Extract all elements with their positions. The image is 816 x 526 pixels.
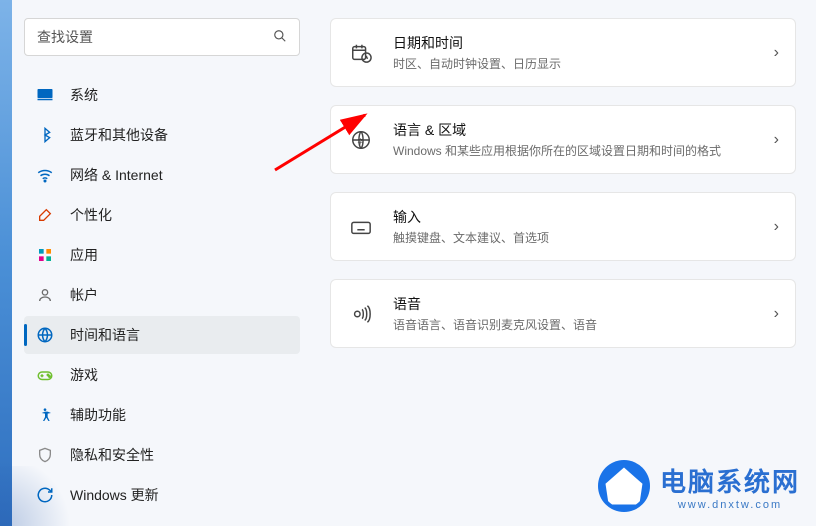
card-text: 输入 触摸键盘、文本建议、首选项 bbox=[393, 207, 774, 246]
accessibility-icon bbox=[34, 404, 56, 426]
main-content: 日期和时间 时区、自动时钟设置、日历显示 › 字 语言 & 区域 Windows… bbox=[330, 18, 796, 366]
sidebar-item-label: 隐私和安全性 bbox=[70, 445, 154, 465]
apps-icon bbox=[34, 244, 56, 266]
card-typing[interactable]: 输入 触摸键盘、文本建议、首选项 › bbox=[330, 192, 796, 261]
sidebar-item-label: 个性化 bbox=[70, 205, 112, 225]
card-datetime[interactable]: 日期和时间 时区、自动时钟设置、日历显示 › bbox=[330, 18, 796, 87]
wallpaper-edge bbox=[0, 0, 12, 526]
sidebar-item-accessibility[interactable]: 辅助功能 bbox=[24, 396, 300, 434]
update-icon bbox=[34, 484, 56, 506]
watermark-text: 电脑系统网 www.dnxtw.com bbox=[660, 462, 800, 511]
search-input[interactable] bbox=[37, 29, 273, 45]
sidebar-item-label: 应用 bbox=[70, 245, 98, 265]
card-title: 语音 bbox=[393, 294, 774, 314]
chevron-right-icon: › bbox=[774, 131, 779, 149]
sidebar-item-apps[interactable]: 应用 bbox=[24, 236, 300, 274]
search-box[interactable] bbox=[24, 18, 300, 56]
watermark-url: www.dnxtw.com bbox=[660, 499, 800, 511]
card-subtitle: Windows 和某些应用根据你所在的区域设置日期和时间的格式 bbox=[393, 142, 774, 159]
sidebar-item-label: 游戏 bbox=[70, 365, 98, 385]
gamepad-icon bbox=[34, 364, 56, 386]
sidebar-nav: 系统 蓝牙和其他设备 网络 & Internet 个性化 应用 帐户 时间和语言 bbox=[24, 76, 300, 514]
sidebar-item-label: 蓝牙和其他设备 bbox=[70, 125, 168, 145]
card-title: 语言 & 区域 bbox=[393, 120, 774, 140]
card-text: 语音 语音语言、语音识别麦克风设置、语音 bbox=[393, 294, 774, 333]
watermark-logo bbox=[598, 460, 650, 512]
sidebar-item-bluetooth[interactable]: 蓝牙和其他设备 bbox=[24, 116, 300, 154]
card-subtitle: 语音语言、语音识别麦克风设置、语音 bbox=[393, 316, 774, 333]
sidebar-item-label: 系统 bbox=[70, 85, 98, 105]
watermark: 电脑系统网 www.dnxtw.com bbox=[598, 460, 800, 512]
brush-icon bbox=[34, 204, 56, 226]
calendar-clock-icon bbox=[347, 39, 375, 67]
voice-icon bbox=[347, 300, 375, 328]
sidebar-item-network[interactable]: 网络 & Internet bbox=[24, 156, 300, 194]
sidebar-item-label: 辅助功能 bbox=[70, 405, 126, 425]
globe-text-icon: 字 bbox=[347, 126, 375, 154]
sidebar-item-system[interactable]: 系统 bbox=[24, 76, 300, 114]
card-title: 日期和时间 bbox=[393, 33, 774, 53]
sidebar-item-label: 时间和语言 bbox=[70, 325, 140, 345]
shield-icon bbox=[34, 444, 56, 466]
chevron-right-icon: › bbox=[774, 44, 779, 62]
chevron-right-icon: › bbox=[774, 218, 779, 236]
card-speech[interactable]: 语音 语音语言、语音识别麦克风设置、语音 › bbox=[330, 279, 796, 348]
keyboard-icon bbox=[347, 213, 375, 241]
sidebar-item-time-language[interactable]: 时间和语言 bbox=[24, 316, 300, 354]
globe-clock-icon bbox=[34, 324, 56, 346]
card-text: 语言 & 区域 Windows 和某些应用根据你所在的区域设置日期和时间的格式 bbox=[393, 120, 774, 159]
monitor-icon bbox=[34, 84, 56, 106]
sidebar-item-privacy[interactable]: 隐私和安全性 bbox=[24, 436, 300, 474]
svg-text:字: 字 bbox=[357, 136, 363, 145]
wifi-icon bbox=[34, 164, 56, 186]
person-icon bbox=[34, 284, 56, 306]
watermark-title: 电脑系统网 bbox=[660, 462, 800, 499]
search-icon bbox=[273, 29, 287, 46]
card-subtitle: 触摸键盘、文本建议、首选项 bbox=[393, 229, 774, 246]
sidebar-item-label: Windows 更新 bbox=[70, 485, 159, 505]
sidebar-item-games[interactable]: 游戏 bbox=[24, 356, 300, 394]
sidebar-item-label: 网络 & Internet bbox=[70, 165, 163, 185]
sidebar-item-accounts[interactable]: 帐户 bbox=[24, 276, 300, 314]
sidebar: 系统 蓝牙和其他设备 网络 & Internet 个性化 应用 帐户 时间和语言 bbox=[12, 0, 312, 526]
card-subtitle: 时区、自动时钟设置、日历显示 bbox=[393, 55, 774, 72]
card-language-region[interactable]: 字 语言 & 区域 Windows 和某些应用根据你所在的区域设置日期和时间的格… bbox=[330, 105, 796, 174]
card-title: 输入 bbox=[393, 207, 774, 227]
card-text: 日期和时间 时区、自动时钟设置、日历显示 bbox=[393, 33, 774, 72]
sidebar-item-windows-update[interactable]: Windows 更新 bbox=[24, 476, 300, 514]
chevron-right-icon: › bbox=[774, 305, 779, 323]
sidebar-item-label: 帐户 bbox=[70, 285, 98, 305]
bluetooth-icon bbox=[34, 124, 56, 146]
sidebar-item-personalization[interactable]: 个性化 bbox=[24, 196, 300, 234]
